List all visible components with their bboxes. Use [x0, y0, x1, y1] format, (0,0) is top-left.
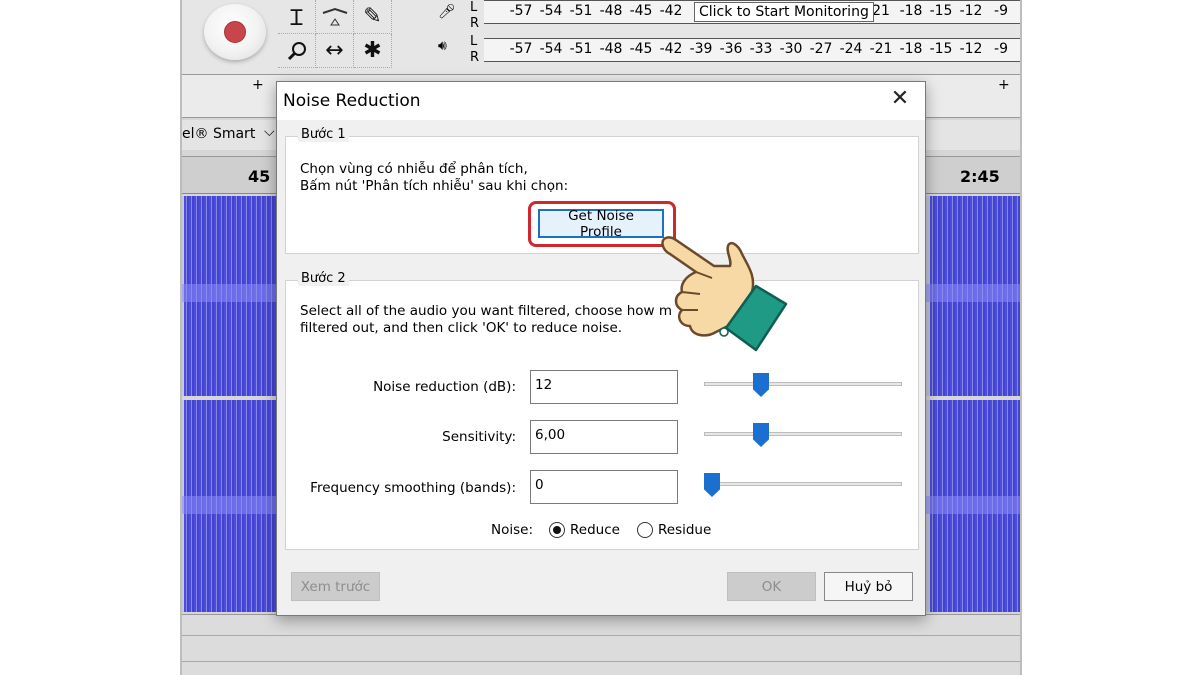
toolbar: Ɪ ✎ ↔ ✱ 🎤︎ L R 🔊︎ L R -57-54-51-48-4: [182, 0, 1020, 74]
timeline-label-right: 2:45: [960, 167, 1000, 186]
pointing-hand-icon: [661, 236, 788, 352]
meter-tick-label: -45: [629, 41, 653, 57]
dialog-title-bar[interactable]: Noise Reduction ✕: [277, 82, 925, 120]
meter-tick-label: -48: [599, 41, 623, 57]
meter-tick-label: -45: [629, 3, 653, 19]
draw-tool-icon[interactable]: ✎: [354, 0, 392, 34]
step2-line1: Select all of the audio you want filtere…: [300, 303, 765, 319]
meter-tick-label: -24: [839, 41, 863, 57]
preview-button[interactable]: Xem trước: [291, 572, 380, 601]
step1-line2: Bấm nút 'Phân tích nhiễu' sau khi chọn:: [300, 178, 569, 194]
slider-track: [704, 482, 902, 486]
noise-reduction-label: Noise reduction (dB):: [373, 379, 516, 395]
zoom-tool-icon[interactable]: [278, 34, 316, 68]
step2-line2: filtered out, and then click 'OK' to red…: [300, 320, 623, 336]
frequency-smoothing-slider[interactable]: [704, 473, 902, 497]
noise-label: Noise:: [491, 522, 533, 538]
monitoring-tooltip: Click to Start Monitoring: [694, 2, 874, 22]
slider-track: [704, 382, 902, 386]
meter-tick-label: -15: [929, 41, 953, 57]
record-channel-labels: L R: [470, 0, 480, 31]
slider-thumb[interactable]: [753, 423, 769, 447]
speaker-icon[interactable]: 🔊︎: [438, 38, 447, 54]
slider-thumb[interactable]: [753, 373, 769, 397]
ruler-plus-icon: +: [252, 77, 264, 93]
meter-tick-label: -9: [994, 41, 1008, 57]
reduce-option-label[interactable]: Reduce: [570, 522, 620, 538]
meter-tick-label: -30: [779, 41, 803, 57]
slider-track: [704, 432, 902, 436]
meter-tick-label: -42: [659, 41, 683, 57]
close-icon[interactable]: ✕: [889, 88, 911, 110]
sensitivity-input[interactable]: 6,00: [530, 420, 678, 454]
meter-tick-label: -9: [994, 3, 1008, 19]
multi-tool-icon[interactable]: ✱: [354, 34, 392, 68]
time-shift-tool-icon[interactable]: ↔: [316, 34, 354, 68]
noise-reduction-dialog: Noise Reduction ✕ Bước 1 Chọn vùng có nh…: [276, 81, 926, 616]
meter-tick-label: -57: [509, 41, 533, 57]
meter-tick-label: -12: [959, 3, 983, 19]
dialog-title: Noise Reduction: [283, 91, 421, 111]
step1-line1: Chọn vùng có nhiễu để phân tích,: [300, 161, 528, 177]
noise-reduction-input[interactable]: 12: [530, 370, 678, 404]
playback-meter-ticks: -57 -54 -51 -48 -45 -42 -39 -36 -33 -30 -27 -24 -21-…: [506, 41, 1016, 57]
meter-tick-label: -21: [869, 41, 893, 57]
meter-tick-label: -36: [719, 41, 743, 57]
record-button[interactable]: [204, 4, 266, 60]
meter-tick-label: -39: [689, 41, 713, 57]
reduce-radio[interactable]: [549, 522, 565, 538]
ruler-plus-icon: +: [998, 77, 1010, 93]
meter-tick-label: -15: [929, 3, 953, 19]
timeline-label-left: 45: [248, 167, 271, 186]
meter-tick-label: -12: [959, 41, 983, 57]
meter-tick-label: -18: [899, 41, 923, 57]
step2-group: Bước 2 Select all of the audio you want …: [285, 271, 919, 550]
meter-tick-label: -48: [599, 3, 623, 19]
get-noise-profile-button[interactable]: Get Noise Profile: [538, 208, 664, 240]
chevron-down-icon[interactable]: ⌵: [264, 124, 275, 140]
envelope-tool-icon[interactable]: [316, 0, 354, 34]
meter-tick-label: -42: [659, 3, 683, 19]
meter-icons: 🎤︎ L R 🔊︎ L R: [432, 0, 482, 72]
selection-toolbar: [182, 614, 1020, 675]
meter-tick-label: -54: [539, 41, 563, 57]
frequency-smoothing-input[interactable]: 0: [530, 470, 678, 504]
ok-button[interactable]: OK: [727, 572, 816, 601]
tools-toolbar: Ɪ ✎ ↔ ✱: [278, 0, 418, 72]
microphone-icon[interactable]: 🎤︎: [438, 4, 456, 20]
cancel-button[interactable]: Huỷ bỏ: [824, 572, 913, 601]
meter-tick-label: -51: [569, 3, 593, 19]
device-selector-label[interactable]: el® Smart: [182, 126, 255, 142]
residue-radio[interactable]: [637, 522, 653, 538]
step1-label: Bước 1: [298, 127, 349, 142]
playback-channel-labels: L R: [470, 34, 480, 65]
divider: [182, 661, 1020, 662]
sensitivity-slider[interactable]: [704, 423, 902, 447]
selection-tool-icon[interactable]: Ɪ: [278, 0, 316, 34]
record-icon: [224, 21, 246, 43]
noise-reduction-slider[interactable]: [704, 373, 902, 397]
meter-tick-label: -18: [899, 3, 923, 19]
residue-option-label[interactable]: Residue: [658, 522, 711, 538]
step2-instructions: Select all of the audio you want filtere…: [300, 303, 900, 337]
step1-instructions: Chọn vùng có nhiễu để phân tích, Bấm nút…: [300, 161, 568, 195]
meter-tick-label: -51: [569, 41, 593, 57]
meter-tick-label: -57: [509, 3, 533, 19]
divider: [182, 635, 1020, 636]
frequency-smoothing-label: Frequency smoothing (bands):: [310, 480, 516, 496]
slider-thumb[interactable]: [704, 473, 720, 497]
meter-tick-label: -54: [539, 3, 563, 19]
sensitivity-label: Sensitivity:: [442, 429, 516, 445]
playback-meter[interactable]: -57 -54 -51 -48 -45 -42 -39 -36 -33 -30 -27 -24 -21-…: [484, 38, 1020, 62]
meter-tick-label: -27: [809, 41, 833, 57]
step2-label: Bước 2: [298, 271, 349, 286]
meter-tick-label: -33: [749, 41, 773, 57]
